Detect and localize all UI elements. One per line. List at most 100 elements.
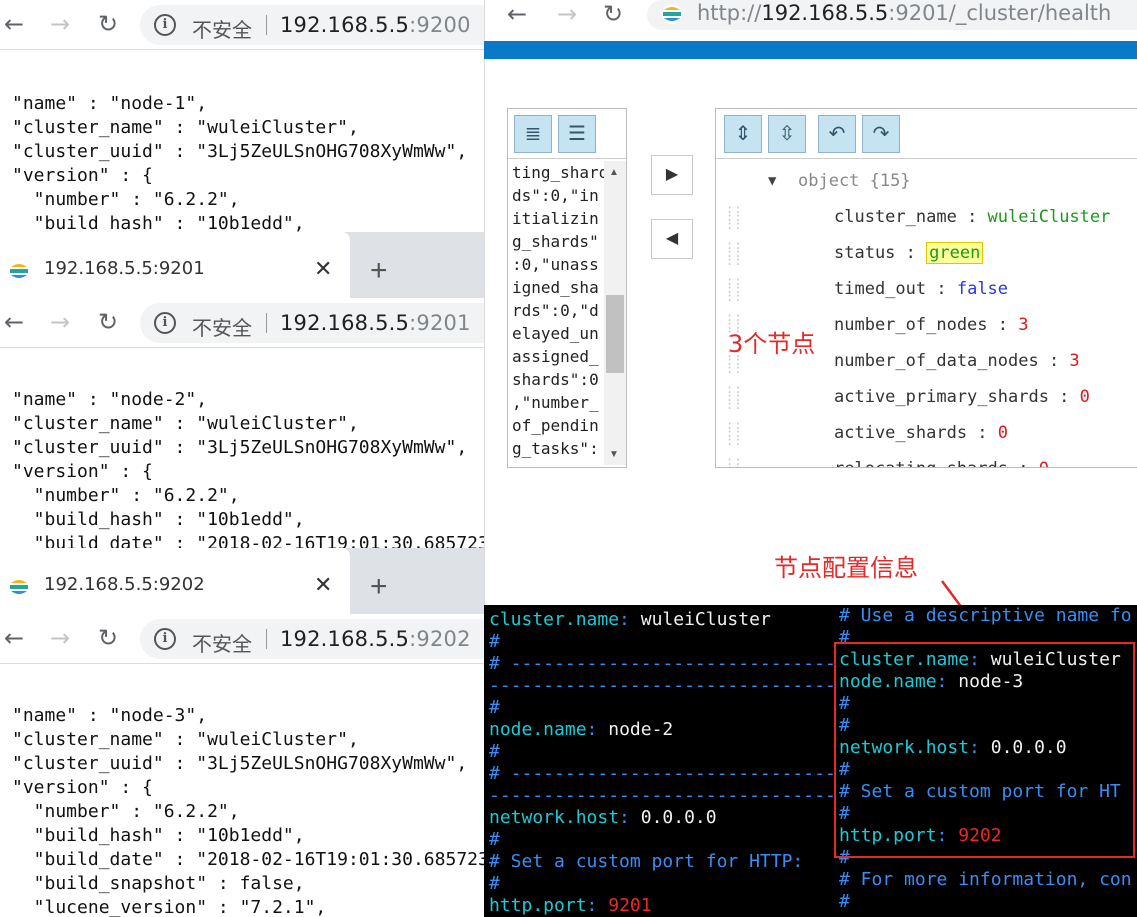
back-arrow-icon[interactable]: ← bbox=[0, 624, 28, 652]
field-value[interactable]: green bbox=[926, 242, 984, 264]
drag-handle-icon[interactable]: :::::: bbox=[726, 455, 741, 467]
field-value[interactable]: false bbox=[957, 279, 1008, 299]
elastic-logo-icon bbox=[662, 4, 682, 24]
nav-bar: ← → ↻ i 不安全 192.168.5.5:9200 bbox=[0, 0, 484, 50]
new-tab-icon[interactable]: + bbox=[370, 570, 388, 604]
raw-json-line: g_tasks": bbox=[512, 439, 599, 458]
vertical-scrollbar[interactable]: ▲ ▼ bbox=[604, 161, 626, 465]
address-bar[interactable]: i 不安全 192.168.5.5:9201 bbox=[140, 303, 484, 343]
field-key: active_shards : 0 bbox=[834, 423, 1009, 443]
not-secure-label: 不安全 bbox=[192, 632, 252, 656]
tree-field-row[interactable]: ::::::relocating_shards : 0 bbox=[716, 451, 1137, 467]
json-response: "name" : "node-3", "cluster_name" : "wule… bbox=[12, 704, 484, 917]
browser-window-node2: 192.168.5.5:9201 ✕ + ← → ↻ i 不安全 192.168… bbox=[0, 232, 484, 548]
collapse-all-icon[interactable]: ⇳ bbox=[768, 115, 806, 153]
nav-bar: ← → ↻ i 不安全 192.168.5.5:9202 bbox=[0, 614, 484, 664]
info-icon[interactable]: i bbox=[154, 312, 176, 334]
drag-handle-icon[interactable]: :::::: bbox=[726, 203, 741, 231]
drag-handle-icon[interactable]: :::::: bbox=[726, 275, 741, 303]
json-line: "build_date" : "2018-02-16T19:01:30.6857… bbox=[12, 849, 484, 870]
field-value[interactable]: 3 bbox=[1069, 351, 1079, 371]
terminal-line: # bbox=[489, 697, 500, 718]
expand-all-icon[interactable]: ⇕ bbox=[724, 115, 762, 153]
terminal-line: # bbox=[489, 829, 500, 850]
collapse-triangle-icon[interactable]: ▼ bbox=[768, 163, 776, 199]
terminal-line: # bbox=[489, 873, 500, 894]
divider bbox=[266, 15, 267, 35]
forward-arrow-icon[interactable]: → bbox=[553, 0, 581, 28]
new-tab-icon[interactable]: + bbox=[370, 254, 388, 288]
tree-root-row[interactable]: ▼ object {15} bbox=[716, 163, 1137, 199]
forward-arrow-icon[interactable]: → bbox=[46, 624, 74, 652]
url-text: 192.168.5.5:9202 bbox=[280, 627, 471, 651]
tree-field-row[interactable]: :::::: timed_out : false bbox=[716, 271, 1137, 307]
drag-handle-icon[interactable]: :::::: bbox=[726, 239, 741, 267]
field-key: active_primary_shards : 0 bbox=[834, 387, 1090, 407]
field-value[interactable]: wuleiCluster bbox=[988, 207, 1111, 227]
drag-handle-icon[interactable]: :::::: bbox=[726, 419, 741, 447]
tree-field-row[interactable]: :::::: active_shards : 0 bbox=[716, 415, 1137, 451]
back-arrow-icon[interactable]: ← bbox=[0, 308, 28, 336]
address-bar[interactable]: i 不安全 192.168.5.5:9200 bbox=[140, 5, 484, 45]
field-value[interactable]: 0 bbox=[1039, 459, 1049, 467]
tree-field-row[interactable]: :::::: active_primary_shards : 0 bbox=[716, 379, 1137, 415]
field-key: number_of_nodes : 3 bbox=[834, 315, 1029, 335]
reload-icon[interactable]: ↻ bbox=[94, 308, 122, 336]
terminal-line: --------------------------------- bbox=[489, 785, 833, 806]
tab-node3[interactable]: 192.168.5.5:9202 ✕ bbox=[0, 548, 350, 624]
tree-field-row[interactable]: :::::: status : green bbox=[716, 235, 1137, 271]
json-line: "cluster_uuid" : "3Lj5ZeULSnOHG708XyWmWw… bbox=[12, 141, 468, 162]
tree-field-row[interactable]: :::::: cluster_name : wuleiCluster bbox=[716, 199, 1137, 235]
copy-left-button[interactable]: ◀ bbox=[651, 219, 693, 259]
terminal-line: # bbox=[839, 891, 850, 912]
json-line: "name" : "node-2", bbox=[12, 389, 208, 410]
tab-node2[interactable]: 192.168.5.5:9201 ✕ bbox=[0, 232, 350, 308]
forward-arrow-icon[interactable]: → bbox=[46, 308, 74, 336]
json-line: "build_snapshot" : false, bbox=[12, 873, 305, 894]
field-value[interactable]: 3 bbox=[1018, 315, 1028, 335]
field-key: timed_out : false bbox=[834, 279, 1009, 299]
drag-handle-icon[interactable]: :::::: bbox=[726, 383, 741, 411]
raw-json-panel: ≣ ☰ ting_shards ds":0,"in itializin g_shard… bbox=[507, 108, 627, 468]
terminal-line: # --------------------------------- bbox=[489, 763, 833, 784]
raw-json-line: ds":0,"in bbox=[512, 186, 599, 205]
back-arrow-icon[interactable]: ← bbox=[503, 0, 531, 28]
terminal-line: # bbox=[489, 741, 500, 762]
field-key: number_of_data_nodes : 3 bbox=[834, 351, 1080, 371]
info-icon[interactable]: i bbox=[154, 14, 176, 36]
address-bar[interactable]: i 不安全 192.168.5.5:9202 bbox=[140, 619, 484, 659]
raw-json-line: itializin bbox=[512, 209, 599, 228]
scroll-thumb[interactable] bbox=[606, 295, 624, 373]
info-icon[interactable]: i bbox=[154, 628, 176, 650]
tab-title: 192.168.5.5:9202 bbox=[44, 574, 205, 595]
redo-icon[interactable]: ↷ bbox=[862, 115, 900, 153]
address-bar[interactable]: http://192.168.5.5:9201/_cluster/health bbox=[647, 0, 1137, 30]
reload-icon[interactable]: ↻ bbox=[599, 0, 627, 28]
close-tab-icon[interactable]: ✕ bbox=[314, 572, 332, 598]
scroll-up-icon[interactable]: ▲ bbox=[609, 167, 619, 178]
json-line: "name" : "node-1", bbox=[12, 93, 208, 114]
terminal-line: # --------------------------------- bbox=[489, 653, 833, 674]
reload-icon[interactable]: ↻ bbox=[94, 624, 122, 652]
back-arrow-icon[interactable]: ← bbox=[0, 10, 28, 38]
nav-bar: ← → ↻ i 不安全 192.168.5.5:9201 bbox=[0, 298, 484, 348]
object-label: object {15} bbox=[798, 171, 911, 191]
format-icon[interactable]: ≣ bbox=[514, 115, 552, 153]
scroll-down-icon[interactable]: ▼ bbox=[609, 449, 619, 460]
field-value[interactable]: 0 bbox=[1080, 387, 1090, 407]
json-line: "lucene_version" : "7.2.1", bbox=[12, 897, 327, 917]
reload-icon[interactable]: ↻ bbox=[94, 10, 122, 38]
forward-arrow-icon[interactable]: → bbox=[46, 10, 74, 38]
tree-toolbar: ⇕ ⇳ ↶ ↷ bbox=[716, 109, 1137, 159]
terminal-node2-config: cluster.name: wuleiCluster # # -----------… bbox=[484, 605, 833, 917]
copy-right-button[interactable]: ▶ bbox=[651, 155, 693, 195]
nav-bar: ← → ↻ http://192.168.5.5:9201/_cluster/h… bbox=[485, 0, 1137, 41]
elastic-logo-icon bbox=[9, 577, 29, 597]
tree-view-panel: ⇕ ⇳ ↶ ↷ ▼ object {15} :::::: cluster_name… bbox=[715, 108, 1137, 468]
undo-icon[interactable]: ↶ bbox=[818, 115, 856, 153]
json-line: "number" : "6.2.2", bbox=[12, 801, 240, 822]
json-line: "build_hash" : "10b1edd", bbox=[12, 509, 305, 530]
field-value[interactable]: 0 bbox=[998, 423, 1008, 443]
compact-icon[interactable]: ☰ bbox=[558, 115, 596, 153]
close-tab-icon[interactable]: ✕ bbox=[314, 256, 332, 282]
